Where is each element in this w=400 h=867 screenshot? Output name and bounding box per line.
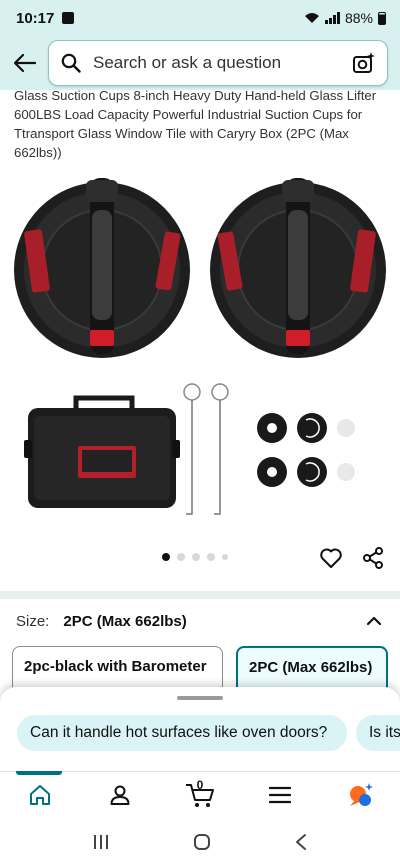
- nav-home[interactable]: [0, 771, 80, 817]
- home-button-icon[interactable]: [193, 833, 211, 851]
- gallery-icon: [62, 12, 75, 24]
- cart-count: 0: [196, 778, 204, 792]
- back-button[interactable]: [12, 50, 38, 76]
- home-icon: [30, 784, 50, 805]
- carousel-dot[interactable]: [162, 553, 170, 561]
- search-placeholder: Search or ask a question: [93, 53, 282, 72]
- heart-icon: [320, 548, 342, 568]
- hamburger-menu-icon: [269, 786, 291, 803]
- size-option-label: 2pc-black with Barometer: [24, 658, 207, 675]
- battery-icon: [378, 11, 386, 25]
- search-input[interactable]: Search or ask a question: [48, 40, 388, 86]
- section-divider: [0, 591, 400, 599]
- nav-menu[interactable]: [240, 772, 320, 817]
- search-header: Search or ask a question: [0, 36, 400, 90]
- carousel-dot[interactable]: [222, 554, 228, 560]
- size-value: 2PC (Max 662lbs): [63, 612, 187, 630]
- carousel-dot[interactable]: [177, 553, 185, 561]
- search-icon: [61, 53, 81, 73]
- status-bar: 10:17 88%: [0, 0, 400, 36]
- chevron-up-icon[interactable]: [364, 611, 384, 631]
- size-label: Size:: [16, 612, 50, 630]
- sheet-drag-handle[interactable]: [177, 696, 223, 700]
- product-image-accessories[interactable]: [20, 380, 380, 520]
- carousel-dot[interactable]: [207, 553, 215, 561]
- bottom-nav: 0: [0, 771, 400, 817]
- carousel-dot[interactable]: [192, 553, 200, 561]
- system-back-icon[interactable]: [294, 833, 308, 851]
- suggestion-chip[interactable]: Can it handle hot surfaces like oven doo…: [17, 715, 347, 751]
- back-arrow-icon: [14, 54, 36, 72]
- rufus-assistant-icon: [350, 782, 373, 806]
- nav-account[interactable]: [80, 772, 160, 817]
- user-icon: [110, 785, 130, 805]
- battery-percent: 88%: [344, 10, 373, 26]
- suggestion-chip-label: Can it handle hot surfaces like oven doo…: [30, 724, 328, 741]
- nav-cart[interactable]: 0: [160, 772, 240, 817]
- status-right: 88%: [304, 10, 386, 26]
- home-active-indicator: [16, 771, 62, 775]
- image-carousel-dots[interactable]: [162, 553, 228, 561]
- signal-icon: [324, 12, 340, 24]
- share-icon: [363, 547, 383, 569]
- release-hooks: [183, 383, 229, 515]
- suggestion-chip-label: Is its: [369, 724, 400, 741]
- camera-search-button[interactable]: [351, 50, 377, 76]
- system-nav-bar: [0, 817, 400, 867]
- product-image-suction-cups[interactable]: [10, 170, 390, 370]
- nav-rufus[interactable]: [320, 772, 400, 817]
- size-option-label: 2PC (Max 662lbs): [249, 659, 373, 676]
- spare-pads: [257, 413, 355, 487]
- recent-apps-icon[interactable]: [92, 834, 110, 850]
- status-time: 10:17: [16, 9, 55, 27]
- camera-sparkle-icon: [353, 52, 375, 73]
- suction-cup-left: [14, 178, 190, 358]
- wishlist-button[interactable]: [319, 546, 343, 570]
- wifi-icon: [304, 13, 319, 23]
- suction-cup-right: [210, 178, 386, 358]
- share-button[interactable]: [361, 546, 385, 570]
- suggestion-chip[interactable]: Is its: [356, 715, 400, 751]
- product-title[interactable]: Glass Suction Cups 8-inch Heavy Duty Han…: [14, 86, 389, 162]
- size-selector-header[interactable]: Size: 2PC (Max 662lbs): [16, 608, 384, 634]
- carry-case: [24, 395, 180, 508]
